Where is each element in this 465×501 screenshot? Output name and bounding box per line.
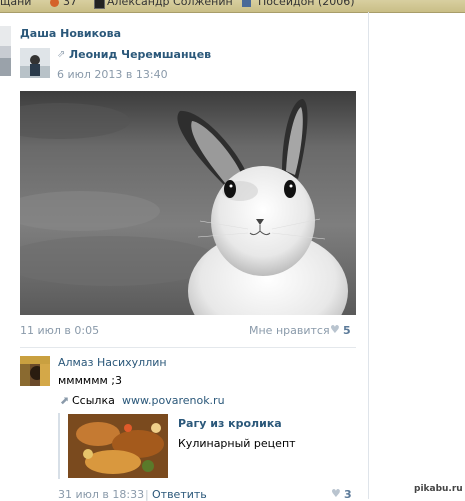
link-preview-image[interactable] (68, 414, 168, 478)
post-photo[interactable] (20, 91, 356, 315)
link-prefix: Ссылка (72, 394, 115, 407)
post-author[interactable]: Даша Новикова (20, 27, 121, 40)
bookmark-item[interactable]: 37 (63, 0, 77, 8)
bookmark-icon (242, 0, 251, 7)
post-date[interactable]: 11 июл в 0:05 (20, 324, 99, 337)
repost-author[interactable]: Леонид Черемшанцев (69, 48, 211, 61)
footer-separator: | (145, 488, 149, 501)
comment-avatar[interactable] (20, 356, 50, 386)
repost-date[interactable]: 6 июл 2013 в 13:40 (57, 68, 168, 81)
bookmark-item[interactable]: Александр Солженин (107, 0, 233, 8)
stew-image (68, 414, 168, 478)
quote-bar (58, 413, 60, 479)
comment-date[interactable]: 31 июл в 18:33 (58, 488, 144, 501)
bookmark-icon (50, 0, 59, 7)
repost-avatar[interactable] (20, 48, 50, 78)
repost-icon: ⇗ (57, 49, 66, 60)
link-card-subtitle: Кулинарный рецепт (178, 437, 296, 450)
heart-icon[interactable]: ♥ (331, 487, 341, 500)
comment-text: мммммм ;3 (58, 374, 122, 387)
avatar[interactable] (0, 26, 11, 76)
avatar-image (20, 356, 50, 386)
bookmark-item[interactable]: щани (0, 0, 31, 8)
rabbit-image (20, 91, 356, 315)
avatar-image (0, 26, 11, 76)
comment-like-count: 3 (344, 488, 352, 501)
bookmarks-bar: щани 37 Александр Солженин Посейдон (200… (0, 0, 465, 13)
separator (20, 347, 356, 348)
column-divider (368, 12, 369, 499)
bookmark-item[interactable]: Посейдон (2006) (258, 0, 355, 8)
link-icon: ⬈ (60, 394, 70, 407)
comment-author[interactable]: Алмаз Насихуллин (58, 356, 167, 369)
like-count: 5 (343, 324, 351, 337)
film-icon (94, 0, 105, 9)
link-card-title[interactable]: Рагу из кролика (178, 417, 282, 430)
like-button-label[interactable]: Мне нравится (249, 324, 330, 337)
watermark: pikabu.ru (414, 484, 463, 494)
heart-icon[interactable]: ♥ (330, 323, 340, 336)
link-url[interactable]: www.povarenok.ru (122, 394, 225, 407)
avatar-image (20, 48, 50, 78)
reply-button[interactable]: Ответить (152, 488, 207, 501)
